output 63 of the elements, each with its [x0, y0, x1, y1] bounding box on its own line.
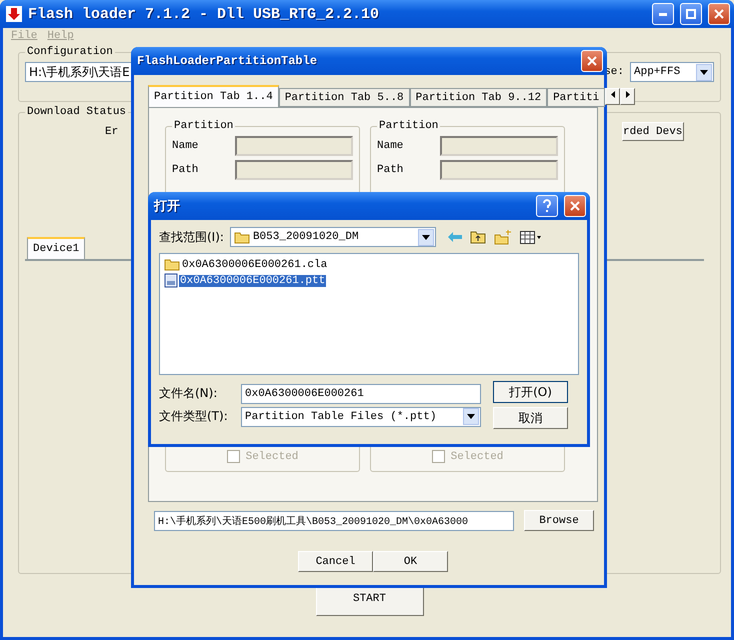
file-list-item[interactable]: 0x0A6300006E000261.ptt: [179, 274, 326, 286]
path-label: Path: [172, 164, 198, 176]
devices-button[interactable]: rded Devs: [622, 122, 684, 141]
file-name-field[interactable]: 0x0A6300006E000261: [241, 384, 481, 404]
partition-tab[interactable]: Partition Tab 9..12: [410, 88, 548, 107]
look-in-dropdown[interactable]: B053_20091020_DM: [230, 227, 436, 247]
up-folder-icon[interactable]: [470, 230, 486, 244]
scroll-right-button[interactable]: [620, 88, 636, 104]
dialog-button[interactable]: OK: [373, 551, 448, 572]
partition-tab[interactable]: Partition Tab 5..8: [278, 88, 410, 107]
folder-icon: [164, 258, 180, 271]
path-field[interactable]: [440, 160, 558, 180]
file-type-label: 文件类型(T):: [159, 408, 229, 425]
name-label: Name: [172, 140, 198, 152]
path-field[interactable]: [235, 160, 353, 180]
scroll-left-button[interactable]: [605, 88, 620, 104]
group-label: Configuration: [26, 46, 114, 58]
cancel-button[interactable]: 取消: [493, 407, 568, 429]
left-arrow-icon: [610, 91, 615, 98]
download-arrow-icon: [6, 6, 22, 22]
minimize-icon: [659, 12, 667, 16]
group-label: Partition: [173, 120, 234, 132]
close-button[interactable]: [708, 3, 730, 25]
browse-button[interactable]: Browse: [524, 510, 594, 531]
group-label: Download Status: [26, 106, 128, 118]
window-title: Flash loader 7.1.2 - Dll USB_RTG_2.2.10: [28, 6, 380, 22]
selected-label: Selected: [246, 450, 298, 462]
minimize-button[interactable]: [652, 3, 674, 25]
column-label: Er: [105, 126, 118, 138]
name-label: Name: [377, 140, 404, 152]
close-icon: [587, 56, 597, 66]
dialog-title: 打开: [154, 198, 181, 215]
maximize-button[interactable]: [680, 3, 702, 25]
dropdown-arrow-icon: [700, 70, 708, 74]
name-field[interactable]: [235, 136, 353, 156]
device-tab[interactable]: Device1: [27, 237, 86, 259]
selected-label: Selected: [450, 450, 504, 462]
path-field[interactable]: H:\手机系列\天语E500刷机工具\B053_20091020_DM\0x0A63000: [154, 510, 514, 530]
path-label: Path: [377, 164, 404, 176]
document-icon: [164, 273, 178, 288]
maximize-icon: [686, 9, 696, 19]
dialog-button[interactable]: Cancel: [298, 551, 373, 572]
look-in-label: 查找范围(I):: [159, 228, 224, 246]
mode-dropdown[interactable]: App+FFS: [630, 62, 714, 82]
file-type-dropdown[interactable]: Partition Table Files (*.ptt): [241, 406, 481, 426]
close-icon: [714, 9, 724, 19]
view-menu-icon[interactable]: [520, 230, 542, 244]
partition-tab[interactable]: Partiti: [547, 88, 606, 107]
dropdown-arrow-icon: [467, 414, 475, 419]
dropdown-arrow-icon: [422, 234, 430, 240]
help-button[interactable]: [536, 195, 558, 217]
folder-icon: [234, 230, 250, 244]
partition-tab[interactable]: Partition Tab 1..4: [148, 85, 279, 107]
file-name-label: 文件名(N):: [159, 385, 218, 402]
right-arrow-icon: [626, 91, 630, 98]
close-button[interactable]: [564, 195, 586, 217]
close-button[interactable]: [581, 50, 603, 72]
open-button[interactable]: 打开(O): [493, 381, 568, 403]
group-label: Partition: [378, 120, 440, 132]
name-field[interactable]: [440, 136, 558, 156]
help-icon: [542, 199, 552, 213]
close-icon: [570, 201, 580, 211]
file-list-item[interactable]: 0x0A6300006E000261.cla: [181, 258, 328, 270]
